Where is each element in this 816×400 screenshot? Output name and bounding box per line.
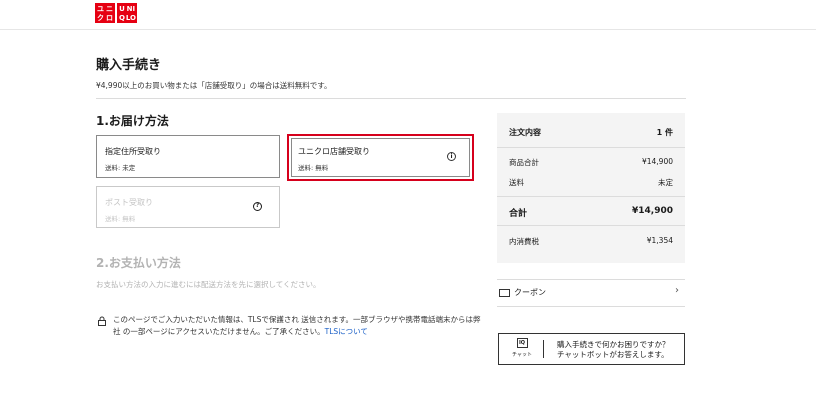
summary-row-shipping: 送料 未定 xyxy=(509,178,673,187)
payment-note: お支払い方法の入力に進むには配送方法を先に選択してください。 xyxy=(96,280,321,289)
option-name: ユニクロ店舗受取り xyxy=(298,147,370,156)
payment-method-title: 2.お支払い方法 xyxy=(96,256,181,270)
info-icon[interactable]: i xyxy=(447,152,456,161)
chevron-right-icon: › xyxy=(675,285,679,296)
divider xyxy=(96,98,686,99)
summary-tax: 内消費税 ¥1,354 xyxy=(509,236,673,246)
option-fee: 送料: 無料 xyxy=(298,164,329,172)
option-fee: 送料: 未定 xyxy=(105,164,136,172)
chatbot-button[interactable]: IQ チャット 購入手続きで何かお困りですか？ チャットボットがお答えします。 xyxy=(498,333,685,365)
coupon-icon xyxy=(499,289,510,297)
summary-row-subtotal: 商品合計 ¥14,900 xyxy=(509,157,673,167)
option-name: ポスト受取り xyxy=(105,198,153,207)
security-notice: このページでご入力いただいた情報は、TLSで保護され 送信されます。一部ブラウザ… xyxy=(113,315,481,336)
coupon-row[interactable]: クーポン › xyxy=(497,279,685,307)
chat-message: 購入手続きで何かお困りですか？ チャットボットがお答えします。 xyxy=(557,340,670,359)
summary-divider xyxy=(497,225,685,226)
summary-divider xyxy=(497,196,685,197)
delivery-option-store-pickup[interactable]: ユニクロ店舗受取り 送料: 無料 i xyxy=(287,134,474,181)
tls-info-link[interactable]: TLSについて xyxy=(325,327,368,336)
summary-total: 合計 ¥14,900 xyxy=(509,206,673,219)
delivery-option-address[interactable]: 指定住所受取り 送料: 未定 xyxy=(96,135,280,178)
help-icon[interactable]: ? xyxy=(253,202,262,211)
header: ユ ニ ク ロ U NI Q LO xyxy=(0,0,816,30)
lock-icon xyxy=(98,316,106,326)
option-fee: 送料: 無料 xyxy=(105,215,136,223)
logo-katakana-block: ユ ニ ク ロ xyxy=(95,3,115,23)
summary-header: 注文内容 1 件 xyxy=(509,128,673,137)
page-title: 購入手続き xyxy=(96,58,162,73)
chat-icon: IQ チャット xyxy=(512,338,532,358)
order-summary: 注文内容 1 件 商品合計 ¥14,900 送料 未定 合計 ¥14,900 内… xyxy=(497,113,685,263)
delivery-option-post-pickup[interactable]: ポスト受取り 送料: 無料 ? xyxy=(96,186,280,228)
logo-latin-block: U NI Q LO xyxy=(117,3,137,23)
option-name: 指定住所受取り xyxy=(105,147,161,156)
free-shipping-note: ¥4,990以上のお買い物または「店舗受取り」の場合は送料無料です。 xyxy=(96,81,332,90)
summary-divider xyxy=(497,147,685,148)
uniqlo-logo[interactable]: ユ ニ ク ロ U NI Q LO xyxy=(95,3,137,23)
chat-separator xyxy=(543,340,544,358)
delivery-method-title: 1.お届け方法 xyxy=(96,114,169,128)
coupon-label: クーポン xyxy=(514,288,546,297)
